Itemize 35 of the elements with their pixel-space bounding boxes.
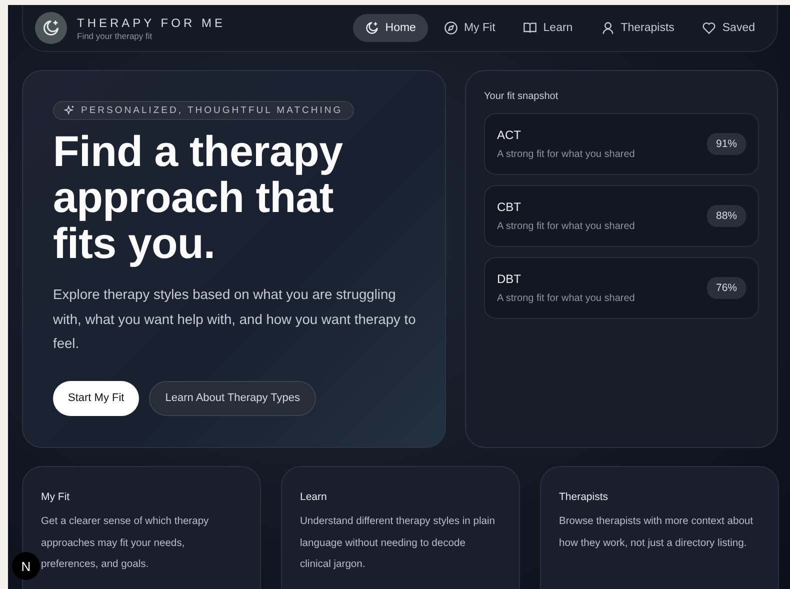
brand-subtitle: Find your therapy fit bbox=[77, 30, 154, 40]
hero-description: Explore therapy styles based on what you are struggling with, what you want help with, and how you want therapy to feel. bbox=[53, 286, 417, 353]
nav-tab[interactable]: Home bbox=[353, 14, 428, 42]
sparkle-icon bbox=[64, 105, 75, 116]
feature-title: Learn bbox=[300, 491, 327, 503]
approach-note: A strong fit for what you shared bbox=[497, 221, 635, 232]
score-badge: 76% bbox=[706, 277, 746, 299]
approach-name: DBT bbox=[497, 272, 522, 286]
compass-icon bbox=[444, 21, 458, 35]
logo-icon bbox=[35, 12, 67, 44]
nav-tab[interactable]: Learn bbox=[511, 14, 585, 42]
feature-description: Understand different therapy styles in plain language without needing to decode clinical jargon. bbox=[300, 515, 495, 572]
book-icon bbox=[523, 21, 538, 35]
panel-title: Your fit snapshot bbox=[484, 91, 560, 102]
approach-name: ACT bbox=[497, 128, 522, 142]
start-button[interactable]: Start My Fit bbox=[53, 380, 140, 416]
score-badge: 88% bbox=[706, 205, 746, 227]
nav-tab[interactable]: Therapists bbox=[588, 14, 686, 42]
nav-tab[interactable]: Saved bbox=[690, 14, 767, 42]
hero-heading: Find a therapy approach that fits you. bbox=[53, 129, 344, 267]
tagline-text: PERSONALIZED, THOUGHTFUL MATCHING bbox=[81, 105, 343, 116]
approach-name: CBT bbox=[497, 200, 522, 214]
feature-title: Therapists bbox=[559, 491, 608, 503]
heart-icon bbox=[702, 21, 716, 35]
approach-note: A strong fit for what you shared bbox=[497, 149, 635, 160]
feature-title: My Fit bbox=[41, 491, 70, 503]
nav-tab[interactable]: My Fit bbox=[432, 14, 508, 42]
approach-note: A strong fit for what you shared bbox=[497, 293, 635, 304]
score-badge: 91% bbox=[706, 133, 746, 155]
feature-description: Browse therapists with more context about how they work, not just a directory listing. bbox=[559, 515, 754, 550]
learn-button[interactable]: Learn About Therapy Types bbox=[149, 380, 316, 416]
moon-icon bbox=[365, 21, 380, 35]
brand-title: THERAPY FOR ME bbox=[77, 16, 226, 30]
person-icon bbox=[600, 21, 615, 35]
feature-description: Get a clearer sense of which therapy approaches may fit your needs, preferences, and goals. bbox=[41, 515, 210, 572]
